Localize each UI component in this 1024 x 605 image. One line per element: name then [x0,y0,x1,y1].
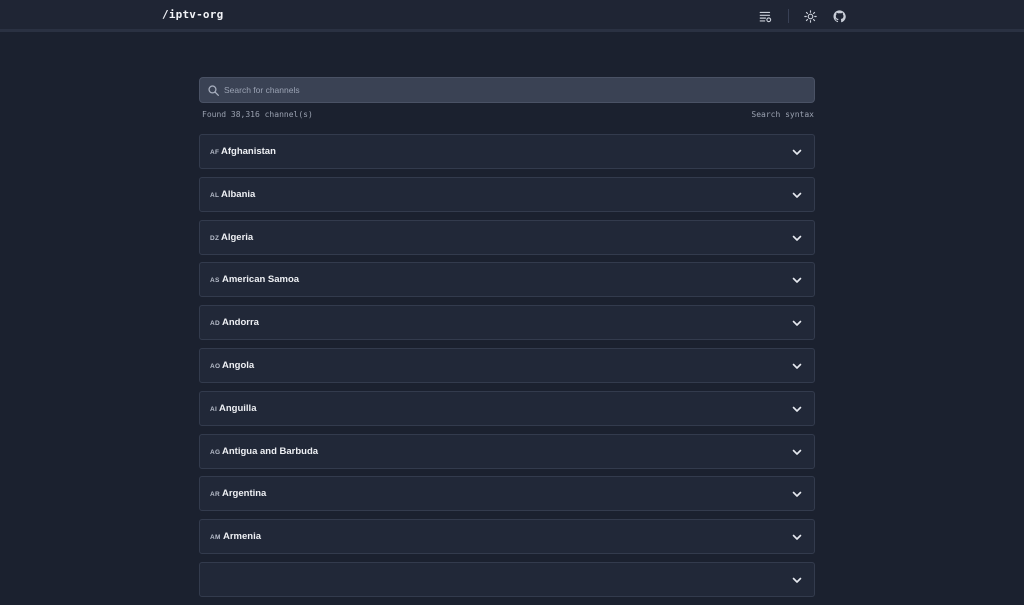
country-code: AO [210,362,221,370]
chevron-down-icon[interactable] [792,234,802,243]
country-accordion-item[interactable]: AS American Samoa [199,262,815,298]
country-code: AS [210,277,220,285]
search-icon [208,85,219,96]
country-accordion-item[interactable] [199,561,815,597]
country-accordion-item[interactable]: AG Antigua and Barbuda [199,433,815,469]
header-divider [788,9,789,23]
search-input[interactable] [224,78,804,102]
country-accordion-item[interactable]: AM Armenia [199,519,815,555]
country-name: Algeria [221,231,254,243]
search-syntax-link[interactable]: Search syntax [751,110,814,119]
chevron-down-icon[interactable] [792,533,802,542]
country-name: Argentina [222,488,267,500]
country-code: AR [210,491,220,499]
results-meta: Found 38,316 channel(s) Search syntax [202,110,814,122]
country-name: Afghanistan [221,146,276,157]
country-list: AF Afghanistan AL Albania DZ Algeria AS America… [199,134,815,605]
country-accordion-item[interactable]: AL Albania [199,176,815,212]
country-name: Angola [222,359,255,371]
country-code: AI [210,405,218,413]
country-code: AL [210,191,220,199]
chevron-down-icon[interactable] [792,319,802,328]
country-code: AG [210,448,221,456]
chevron-down-icon[interactable] [792,276,802,285]
country-accordion-item[interactable]: AI Anguilla [199,390,815,426]
country-name: Albania [221,188,256,200]
chevron-down-icon[interactable] [792,576,802,585]
chevron-down-icon[interactable] [792,490,802,499]
chevron-down-icon[interactable] [792,405,802,414]
sun-icon[interactable] [801,7,819,25]
country-accordion-item[interactable]: AO Angola [199,347,815,383]
country-name: Andorra [222,317,259,329]
results-count: Found 38,316 channel(s) [202,110,313,119]
country-name: Antigua and Barbuda [222,445,319,457]
top-navigation-bar: /iptv-org [0,0,1024,32]
country-code: AD [210,320,220,328]
country-code: DZ [210,234,220,242]
country-name: American Samoa [222,274,300,286]
country-accordion-item[interactable]: AF Afghanistan [199,134,815,169]
chevron-down-icon[interactable] [792,448,802,457]
github-icon[interactable] [830,7,848,25]
country-code: AF [210,149,220,156]
country-accordion-item[interactable]: AD Andorra [199,305,815,341]
chevron-down-icon[interactable] [792,191,802,200]
playlist-settings-icon[interactable] [756,7,774,25]
chevron-down-icon[interactable] [792,148,802,157]
country-code: AM [210,534,221,542]
country-name: Anguilla [219,402,257,414]
channel-search-box [199,77,815,103]
header-actions [0,7,1024,25]
country-accordion-item[interactable]: AR Argentina [199,476,815,512]
chevron-down-icon[interactable] [792,362,802,371]
country-name: Armenia [223,531,262,543]
country-accordion-item[interactable]: DZ Algeria [199,219,815,255]
